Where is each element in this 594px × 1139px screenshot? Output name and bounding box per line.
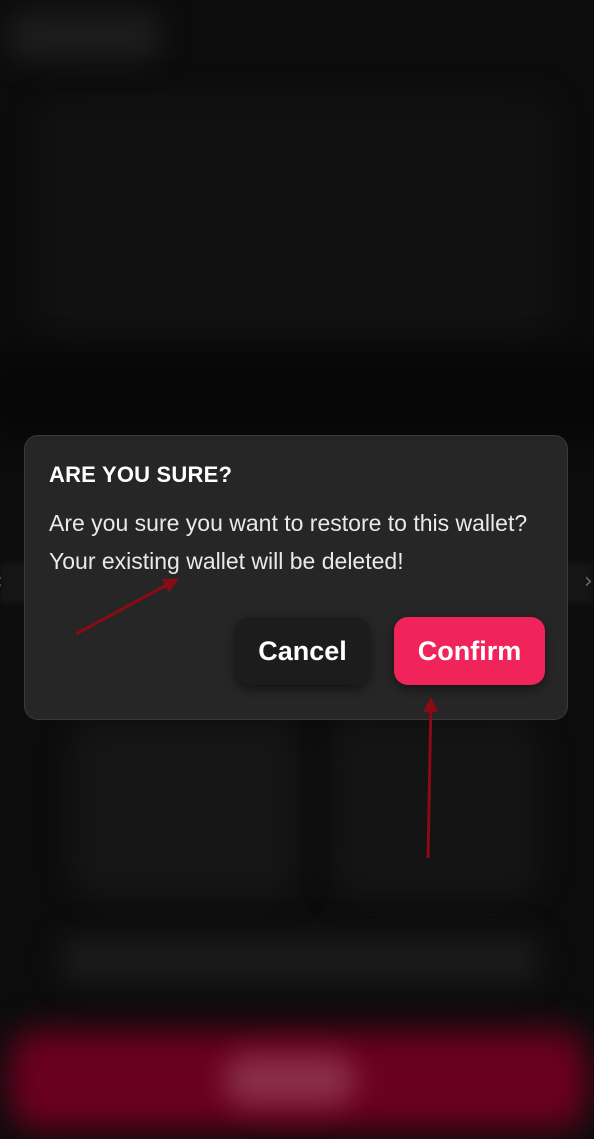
background-card (36, 95, 556, 345)
confirm-restore-dialog: ARE YOU SURE? Are you sure you want to r… (24, 435, 568, 720)
dialog-title: ARE YOU SURE? (49, 462, 233, 487)
screen: ‹ › ARE YOU SURE? Are you sure you want … (0, 0, 594, 1139)
cancel-button[interactable]: Cancel (235, 617, 370, 685)
background-header (10, 12, 160, 60)
background-input (60, 935, 540, 985)
chevron-right-icon[interactable]: › (584, 568, 593, 596)
background-band (0, 350, 594, 440)
background-panel-right (330, 720, 540, 900)
chevron-left-icon[interactable]: ‹ (0, 568, 3, 596)
background-panel-left (70, 720, 300, 900)
background-primary-button-label (225, 1055, 355, 1105)
confirm-button[interactable]: Confirm (394, 617, 545, 685)
dialog-message: Are you sure you want to restore to this… (49, 510, 528, 574)
